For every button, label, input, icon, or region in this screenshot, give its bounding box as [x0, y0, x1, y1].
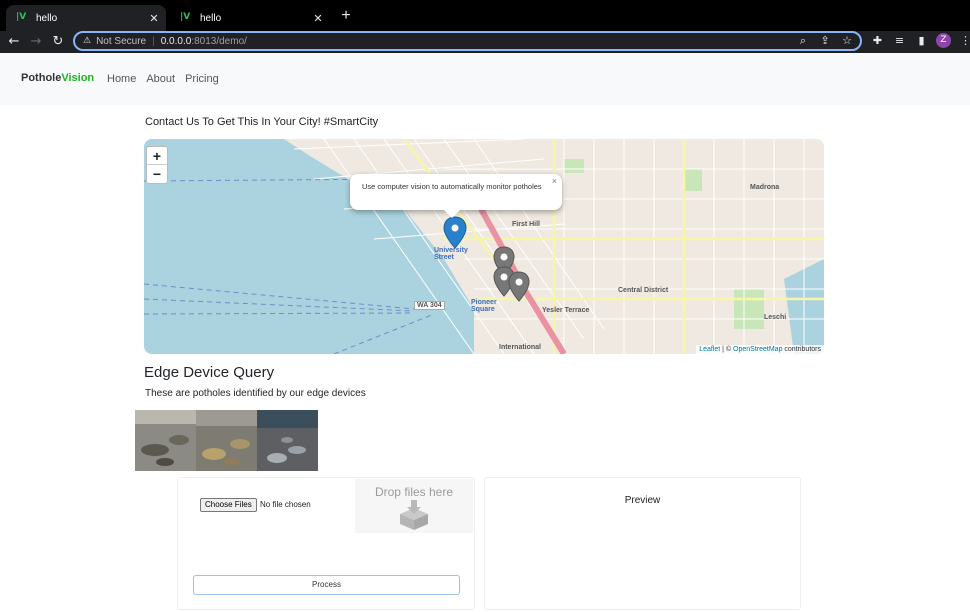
- attribution-suffix: contributors: [782, 346, 821, 353]
- close-tab-icon[interactable]: ✕: [148, 12, 160, 25]
- site-brand[interactable]: PotholeVision: [21, 72, 94, 84]
- brand-suffix: Vision: [61, 72, 95, 84]
- zoom-lens-icon[interactable]: ⌕: [796, 34, 810, 48]
- pothole-thumbnails: [135, 410, 319, 471]
- map-popup: Use computer vision to automatically mon…: [350, 174, 562, 210]
- map-label-pioneer-square: Pioneer Square: [471, 299, 497, 313]
- osm-link[interactable]: OpenStreetMap: [733, 346, 782, 353]
- leaflet-link[interactable]: Leaflet: [699, 346, 720, 353]
- extensions-icon[interactable]: ✚: [870, 34, 885, 47]
- pothole-image-2[interactable]: [196, 410, 257, 471]
- address-bar[interactable]: ⚠ Not Secure | 0.0.0.0 :8013/demo/ ⌕ ⇪ ☆: [73, 31, 862, 51]
- browser-toolbar: ← → ↻ ⚠ Not Secure | 0.0.0.0 :8013/demo/…: [0, 31, 970, 53]
- reload-icon[interactable]: ↻: [49, 33, 67, 51]
- zoom-in-button[interactable]: +: [147, 147, 167, 165]
- address-separator: |: [152, 35, 155, 47]
- site-navbar: PotholeVision Home About Pricing: [0, 53, 970, 105]
- section-title: Edge Device Query: [144, 364, 275, 381]
- popup-text: Use computer vision to automatically mon…: [362, 182, 542, 191]
- map-attribution: Leaflet | © OpenStreetMap contributors: [696, 345, 824, 354]
- drop-zone[interactable]: Drop files here: [355, 479, 473, 533]
- map-label-leschi: Leschi: [764, 314, 787, 321]
- zoom-out-button[interactable]: −: [147, 165, 167, 183]
- no-file-label: No file chosen: [260, 500, 311, 509]
- reading-list-icon[interactable]: ≡: [892, 34, 907, 47]
- browser-tab-1[interactable]: |V hello ✕: [6, 5, 166, 31]
- preview-card: Preview: [484, 477, 801, 610]
- preview-title: Preview: [624, 495, 661, 506]
- nav-link-pricing[interactable]: Pricing: [185, 73, 219, 85]
- side-panel-icon[interactable]: ▮: [914, 34, 929, 47]
- map-label-international: International: [499, 344, 542, 351]
- new-tab-icon[interactable]: +: [339, 7, 353, 25]
- map-label-madrona: Madrona: [750, 184, 780, 191]
- upload-card: Choose Files No file chosen Drop files h…: [177, 477, 475, 610]
- share-icon[interactable]: ⇪: [818, 34, 832, 48]
- process-button[interactable]: Process: [193, 575, 460, 595]
- forward-icon[interactable]: →: [27, 33, 45, 51]
- choose-files-button[interactable]: Choose Files: [200, 498, 257, 512]
- brand-prefix: Pothole: [21, 72, 62, 84]
- drop-zone-label: Drop files here: [374, 485, 454, 499]
- tab-title: hello: [36, 12, 58, 24]
- pothole-image-3[interactable]: [257, 410, 318, 471]
- popup-close-icon[interactable]: ×: [552, 176, 557, 186]
- address-path: :8013/demo/: [191, 35, 247, 47]
- back-icon[interactable]: ←: [5, 33, 23, 51]
- map-label-central-district: Central District: [618, 287, 669, 294]
- bookmark-star-icon[interactable]: ☆: [840, 34, 854, 48]
- menu-dots-icon[interactable]: ⋮: [958, 34, 970, 47]
- map-tiles: [144, 139, 824, 354]
- map-label-first-hill: First Hill: [512, 221, 541, 228]
- map-label-yesler-terrace: Yesler Terrace: [542, 307, 590, 314]
- popup-tip: [444, 210, 460, 218]
- close-tab-icon[interactable]: ✕: [312, 12, 324, 25]
- nav-link-about[interactable]: About: [146, 73, 175, 85]
- section-subtitle: These are potholes identified by our edg…: [145, 388, 366, 399]
- nav-link-home[interactable]: Home: [107, 73, 136, 85]
- browser-tab-bar: |V hello ✕ |V hello ✕ +: [0, 0, 970, 31]
- map-zoom-control: + −: [146, 146, 168, 184]
- map-label-wa304: WA 304: [414, 301, 445, 310]
- tab-title: hello: [200, 12, 222, 24]
- security-label: Not Secure: [96, 35, 147, 47]
- pothole-image-1[interactable]: [135, 410, 196, 471]
- address-host: 0.0.0.0: [160, 35, 192, 47]
- profile-avatar[interactable]: Z: [936, 33, 951, 48]
- browser-tab-2[interactable]: |V hello ✕: [170, 5, 330, 31]
- map[interactable]: First Hill Madrona Central District Yesl…: [144, 139, 824, 354]
- favicon-icon: |V: [16, 12, 27, 22]
- download-box-icon: [400, 500, 428, 530]
- favicon-icon: |V: [180, 12, 191, 22]
- nav-links: Home About Pricing: [107, 73, 219, 85]
- attribution-sep: | ©: [720, 346, 734, 353]
- warning-icon: ⚠: [83, 36, 92, 46]
- map-label-university-street: University Street: [434, 247, 468, 261]
- tagline: Contact Us To Get This In Your City! #Sm…: [145, 116, 379, 128]
